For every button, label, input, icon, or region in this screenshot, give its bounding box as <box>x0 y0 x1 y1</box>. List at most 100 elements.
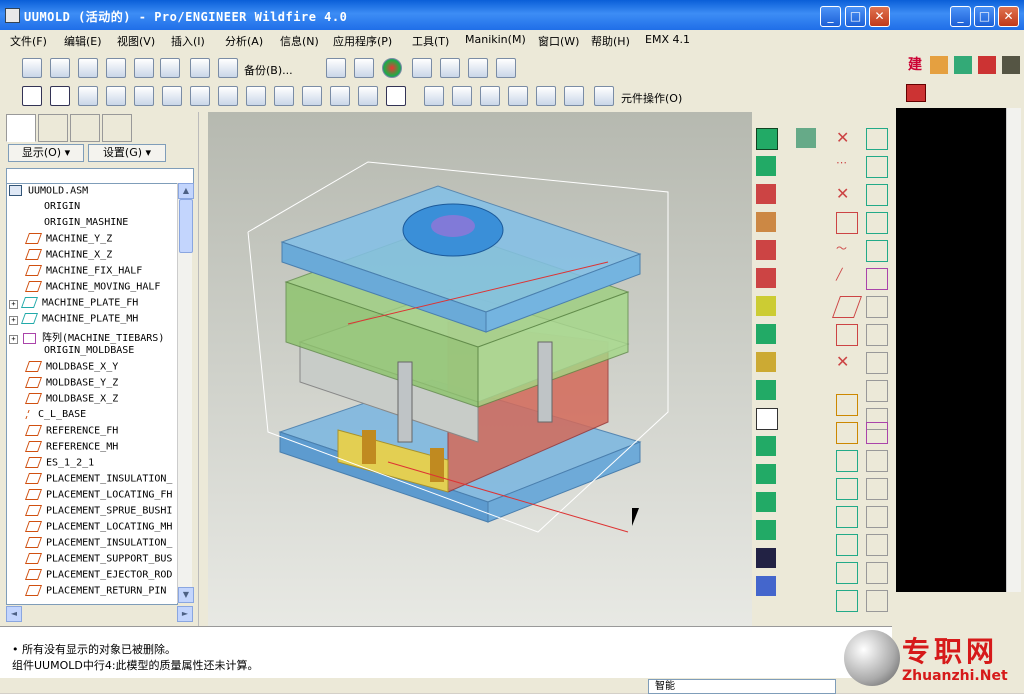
bom-icon[interactable] <box>756 464 776 484</box>
background-window[interactable]: _ □ ✕ 建 <box>892 0 1024 693</box>
no-hidden-icon[interactable] <box>358 86 378 106</box>
tab-favorites[interactable] <box>70 114 100 142</box>
analysis-icon[interactable] <box>866 422 888 444</box>
tree-item[interactable]: MOLDBASE_X_Y <box>24 361 118 377</box>
copy-icon[interactable] <box>412 58 432 78</box>
datum-point-icon[interactable]: ✕ <box>836 128 856 148</box>
tree-item[interactable]: REFERENCE_FH <box>24 425 118 441</box>
menu-insert[interactable]: 插入(I) <box>171 33 205 49</box>
shell-icon[interactable] <box>866 352 888 374</box>
blend-icon[interactable] <box>836 478 858 500</box>
round-icon[interactable] <box>866 296 888 318</box>
tree-item[interactable]: ORIGIN_MOLDBASE <box>27 345 134 361</box>
tree-item[interactable]: MOLDBASE_X_Z <box>24 393 118 409</box>
offset-icon[interactable] <box>836 324 858 346</box>
csys-icon[interactable] <box>866 156 888 178</box>
revolve-icon[interactable] <box>836 422 858 444</box>
zoom-in-icon[interactable] <box>78 86 98 106</box>
screw-icon[interactable] <box>756 212 776 232</box>
tree-item[interactable]: C_L_BASE <box>25 409 86 425</box>
plate-icon[interactable] <box>756 380 776 400</box>
curve-icon[interactable] <box>836 212 858 234</box>
open-folder-icon[interactable] <box>78 58 98 78</box>
tree-item[interactable]: PLACEMENT_INSULATION_ <box>24 473 172 489</box>
bg-toolbar-label[interactable]: 建 <box>908 54 922 74</box>
tree-item[interactable]: MACHINE_Y_Z <box>24 233 112 249</box>
regenerate-icon[interactable] <box>382 58 402 78</box>
new-component-icon[interactable] <box>22 58 42 78</box>
component-ops-icon[interactable] <box>594 86 614 106</box>
point-display-icon[interactable] <box>480 86 500 106</box>
extrude-icon[interactable] <box>836 394 858 416</box>
solidify-icon[interactable] <box>836 562 858 584</box>
annotation-display-icon[interactable] <box>536 86 556 106</box>
draft-icon[interactable] <box>866 324 888 346</box>
plane-icon[interactable] <box>831 296 863 318</box>
tree-item[interactable]: PLACEMENT_EJECTOR_ROD <box>24 569 172 585</box>
settings-dropdown[interactable]: 设置(G) ▾ <box>88 144 166 162</box>
expand-icon[interactable]: + <box>9 335 18 344</box>
tree-item[interactable]: MACHINE_MOVING_HALF <box>24 281 160 297</box>
intersect-icon[interactable]: ✕ <box>836 352 856 372</box>
scroll-down-icon[interactable]: ▼ <box>178 587 194 603</box>
backup-icon[interactable] <box>218 58 238 78</box>
tree-item[interactable]: MACHINE_FIX_HALF <box>24 265 142 281</box>
merge-icon[interactable] <box>866 506 888 528</box>
datum-axis-icon[interactable]: ✕ <box>836 184 856 204</box>
bg-close-button[interactable]: ✕ <box>998 6 1019 27</box>
tree-item[interactable]: MACHINE_X_Z <box>24 249 112 265</box>
mold-assembly-model[interactable] <box>208 112 752 626</box>
menu-tools[interactable]: 工具(T) <box>412 33 449 49</box>
shaded-icon[interactable] <box>386 86 406 106</box>
background-window-titlebar[interactable]: _ □ ✕ <box>892 0 1024 30</box>
ejector-layout-icon[interactable] <box>756 548 776 568</box>
lifter-icon[interactable] <box>756 352 776 372</box>
scroll-thumb[interactable] <box>179 199 193 253</box>
mold-component-icon[interactable] <box>756 156 776 176</box>
expand-icon[interactable]: + <box>9 299 18 309</box>
tree-item[interactable]: UUMOLD.ASM <box>9 185 88 201</box>
view-manager-icon[interactable] <box>246 86 266 106</box>
undo-icon[interactable] <box>326 58 346 78</box>
bg-maximize-button[interactable]: □ <box>974 6 995 27</box>
tree-vertical-scrollbar[interactable]: ▲ ▼ <box>177 183 194 603</box>
menu-manikin[interactable]: Manikin(M) <box>465 33 526 46</box>
save-icon[interactable] <box>190 58 210 78</box>
check-icon[interactable] <box>756 520 776 540</box>
extend-icon[interactable] <box>836 534 858 556</box>
sprue-icon[interactable] <box>756 296 776 316</box>
dowel-icon[interactable] <box>756 240 776 260</box>
menu-emx[interactable]: EMX 4.1 <box>645 33 690 46</box>
tree-item[interactable]: ES_1_2_1 <box>24 457 94 473</box>
backup-button-label[interactable]: 备份(B)... <box>244 62 293 78</box>
menu-info[interactable]: 信息(N) <box>280 33 319 49</box>
tree-item[interactable]: PLACEMENT_SPRUE_BUSHI <box>24 505 172 521</box>
spin-center-icon[interactable] <box>50 86 70 106</box>
mirror-icon[interactable] <box>866 478 888 500</box>
drawing-icon[interactable] <box>756 492 776 512</box>
surface-icon[interactable] <box>866 212 888 234</box>
sweep-icon[interactable] <box>836 450 858 472</box>
thicken-icon[interactable] <box>866 534 888 556</box>
scroll-left-icon[interactable]: ◄ <box>6 606 22 622</box>
tree-item[interactable]: PLACEMENT_LOCATING_MH <box>24 521 172 537</box>
graphics-viewport[interactable] <box>208 112 752 626</box>
model-tree[interactable]: UUMOLD.ASM ORIGIN ORIGIN_MASHINE MACHINE… <box>6 183 178 605</box>
component-ops-label[interactable]: 元件操作(O) <box>621 90 682 106</box>
tree-item[interactable]: REFERENCE_MH <box>24 441 118 457</box>
menu-analysis[interactable]: 分析(A) <box>225 33 263 49</box>
datum-display-icon[interactable] <box>22 86 42 106</box>
insert-icon[interactable] <box>756 436 776 456</box>
datum-point-offset-icon[interactable]: ⋯ <box>836 156 856 176</box>
menu-help[interactable]: 帮助(H) <box>591 33 630 49</box>
close-window-icon[interactable] <box>106 58 126 78</box>
tree-item[interactable]: PLACEMENT_LOCATING_FH <box>24 489 172 505</box>
options-icon[interactable] <box>756 576 776 596</box>
titlebar[interactable]: UUMOLD (活动的) - Pro/ENGINEER Wildfire 4.0… <box>0 0 892 30</box>
tree-item[interactable]: + MACHINE_PLATE_MH <box>9 313 138 329</box>
line-icon[interactable]: ╱ <box>836 268 856 288</box>
pattern-icon[interactable] <box>866 450 888 472</box>
boundary-icon[interactable] <box>866 240 888 262</box>
edit-icon[interactable] <box>134 58 154 78</box>
saved-views-icon[interactable] <box>190 86 210 106</box>
